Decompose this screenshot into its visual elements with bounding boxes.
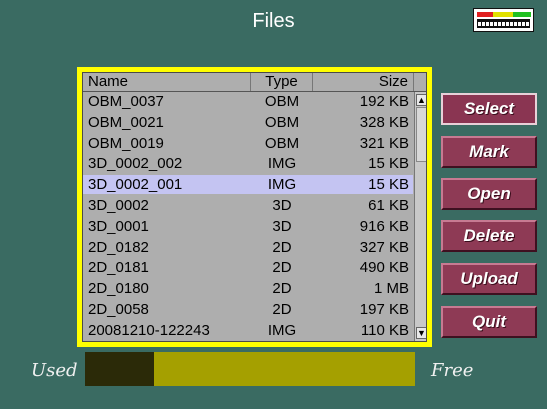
file-size: 328 KB	[359, 113, 409, 131]
open-button[interactable]: Open	[441, 178, 537, 210]
file-size: 1 MB	[373, 280, 409, 298]
file-name: 3D_0002_002	[88, 155, 183, 173]
file-size: 321 KB	[359, 134, 409, 152]
file-type: IMG	[267, 155, 297, 173]
file-row[interactable]: 3D_0002 3D 61 KB	[83, 196, 413, 215]
delete-button[interactable]: Delete	[441, 220, 537, 252]
upload-button[interactable]: Upload	[441, 263, 537, 295]
file-row[interactable]: 3D_0002_001 IMG 15 KB	[83, 175, 413, 195]
file-name: OBM_0037	[88, 93, 164, 110]
file-name: 3D_0002	[88, 197, 149, 214]
page-title: Files	[252, 10, 295, 32]
file-name: OBM_0021	[88, 113, 164, 131]
file-name: OBM_0019	[88, 134, 164, 152]
file-name: 2D_0058	[88, 301, 149, 318]
file-row[interactable]: 3D_0002_002 IMG 15 KB	[83, 154, 413, 173]
used-label: Used	[31, 360, 78, 381]
file-row[interactable]: 2D_0181 2D 490 KB	[83, 258, 413, 277]
file-name: 2D_0180	[88, 280, 149, 298]
file-type: 3D	[272, 217, 292, 235]
scroll-thumb[interactable]	[416, 107, 426, 162]
file-size: 15 KB	[368, 155, 409, 173]
file-type: 2D	[272, 280, 292, 298]
file-size: 327 KB	[359, 238, 409, 256]
battery-yellow-segment	[493, 12, 513, 17]
file-name: 2D_0182	[88, 238, 149, 256]
scroll-down-icon[interactable]: ▼	[416, 327, 426, 339]
storage-usage-bar	[85, 352, 415, 386]
file-size: 490 KB	[359, 259, 409, 277]
column-header-name[interactable]: Name	[83, 73, 251, 91]
column-header-size[interactable]: Size	[313, 73, 414, 91]
scroll-up-icon[interactable]: ▲	[416, 94, 426, 106]
file-list-panel: Name Type Size OBM_0037 OBM 192 KB OBM_0021…	[77, 67, 432, 347]
file-name: 3D_0001	[88, 217, 149, 235]
file-type: 3D	[272, 197, 292, 214]
storage-used-fill	[85, 352, 155, 386]
file-type: OBM	[264, 113, 300, 131]
file-row[interactable]: 3D_0001 3D 916 KB	[83, 217, 413, 236]
battery-level-icon	[473, 8, 534, 32]
file-name: 3D_0002_001	[88, 176, 183, 194]
scrollbar[interactable]: ▲ ▼	[414, 92, 426, 341]
battery-red-segment	[477, 12, 493, 17]
file-row[interactable]: 2D_0058 2D 197 KB	[83, 300, 413, 319]
file-size: 15 KB	[368, 176, 409, 194]
quit-button[interactable]: Quit	[441, 306, 537, 338]
file-type: 2D	[272, 238, 292, 256]
file-size: 61 KB	[368, 197, 409, 214]
file-row[interactable]: 2D_0180 2D 1 MB	[83, 279, 413, 298]
file-row[interactable]: OBM_0019 OBM 321 KB	[83, 134, 413, 153]
free-label: Free	[431, 360, 474, 381]
file-list-header: Name Type Size	[83, 73, 426, 92]
file-row[interactable]: OBM_0021 OBM 328 KB	[83, 113, 413, 132]
select-button[interactable]: Select	[441, 93, 537, 125]
file-type: IMG	[267, 321, 297, 339]
mark-button[interactable]: Mark	[441, 136, 537, 168]
file-name: 20081210-122243	[88, 321, 210, 339]
file-row[interactable]: OBM_0037 OBM 192 KB	[83, 92, 413, 111]
file-size: 916 KB	[359, 217, 409, 235]
file-list[interactable]: Name Type Size OBM_0037 OBM 192 KB OBM_0021…	[82, 72, 427, 342]
battery-green-segment	[513, 12, 531, 17]
file-type: 2D	[272, 259, 292, 277]
file-type: OBM	[264, 93, 300, 110]
battery-base	[477, 26, 530, 28]
file-name: 2D_0181	[88, 259, 149, 277]
file-size: 110 KB	[360, 321, 409, 339]
file-row[interactable]: 20081210-122243 IMG 110 KB	[83, 321, 413, 340]
file-type: 2D	[272, 301, 292, 318]
file-size: 197 KB	[359, 301, 409, 318]
file-type: IMG	[267, 176, 297, 194]
file-type: OBM	[264, 134, 300, 152]
column-header-type[interactable]: Type	[251, 73, 313, 91]
file-size: 192 KB	[359, 93, 409, 110]
file-row[interactable]: 2D_0182 2D 327 KB	[83, 238, 413, 257]
